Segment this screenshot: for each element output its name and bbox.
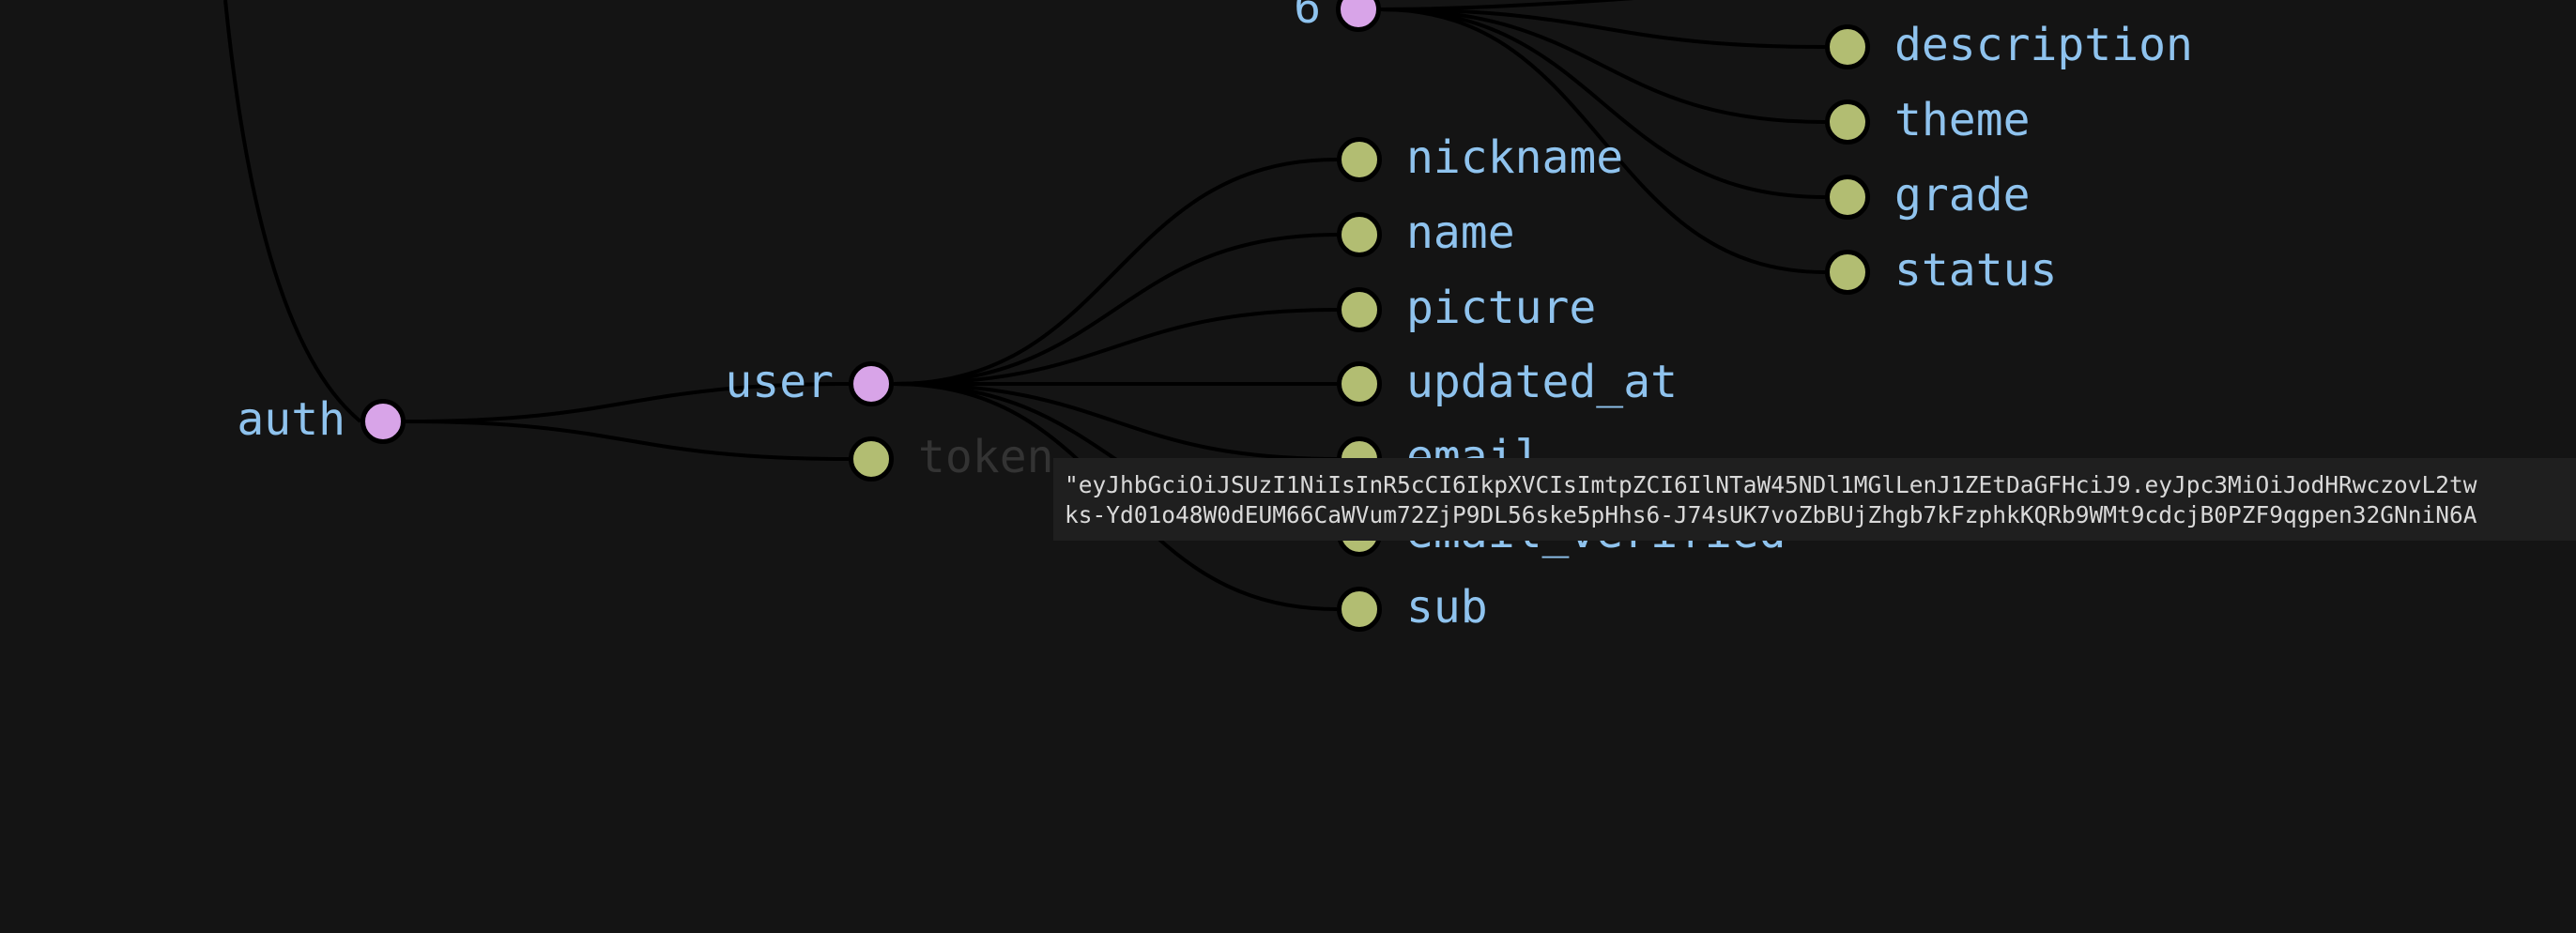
node-label-sub[interactable]: sub: [1406, 585, 1488, 630]
value-tooltip: "eyJhbGciOiJSUzI1NiIsInR5cCI6IkpXVCIsImt…: [1053, 458, 2576, 541]
node-picture[interactable]: [1337, 287, 1382, 332]
node-label-status[interactable]: status: [1894, 248, 2057, 293]
node-theme[interactable]: [1825, 99, 1870, 145]
tooltip-line-1: "eyJhbGciOiJSUzI1NiIsInR5cCI6IkpXVCIsImt…: [1065, 471, 2477, 498]
node-label-name[interactable]: name: [1406, 210, 1515, 255]
edge-user-nickname: [893, 158, 1338, 386]
edge-to-auth: [223, 0, 362, 423]
node-label-picture[interactable]: picture: [1406, 285, 1596, 330]
node-label-theme[interactable]: theme: [1894, 98, 2031, 143]
node-label-description[interactable]: description: [1894, 23, 2193, 68]
node-token[interactable]: [849, 436, 894, 482]
node-description[interactable]: [1825, 24, 1870, 69]
tooltip-line-2: ks-Yd01o48W0dEUM66CaWVum72ZjP9DL56ske5pH…: [1065, 501, 2477, 528]
edge-auth-token: [405, 420, 850, 461]
node-label-user[interactable]: user: [725, 359, 834, 405]
node-auth[interactable]: [360, 399, 406, 444]
node-user[interactable]: [849, 361, 894, 406]
node-label-token[interactable]: token: [918, 435, 1054, 480]
node-label-root-6[interactable]: 6: [1294, 0, 1321, 30]
edge-user-picture: [893, 308, 1338, 386]
node-sub[interactable]: [1337, 587, 1382, 632]
node-updated_at[interactable]: [1337, 361, 1382, 406]
node-label-updated_at[interactable]: updated_at: [1406, 359, 1678, 405]
edge-root6-offscreen: [1380, 0, 1634, 11]
node-grade[interactable]: [1825, 175, 1870, 220]
node-name[interactable]: [1337, 212, 1382, 257]
node-nickname[interactable]: [1337, 137, 1382, 182]
edge-user-name: [893, 233, 1338, 386]
node-label-auth[interactable]: auth: [237, 397, 345, 442]
tree-canvas[interactable]: 6 description theme grade status auth user toke…: [0, 0, 2576, 933]
node-label-grade[interactable]: grade: [1894, 173, 2031, 218]
node-status[interactable]: [1825, 250, 1870, 295]
node-label-nickname[interactable]: nickname: [1406, 135, 1623, 180]
